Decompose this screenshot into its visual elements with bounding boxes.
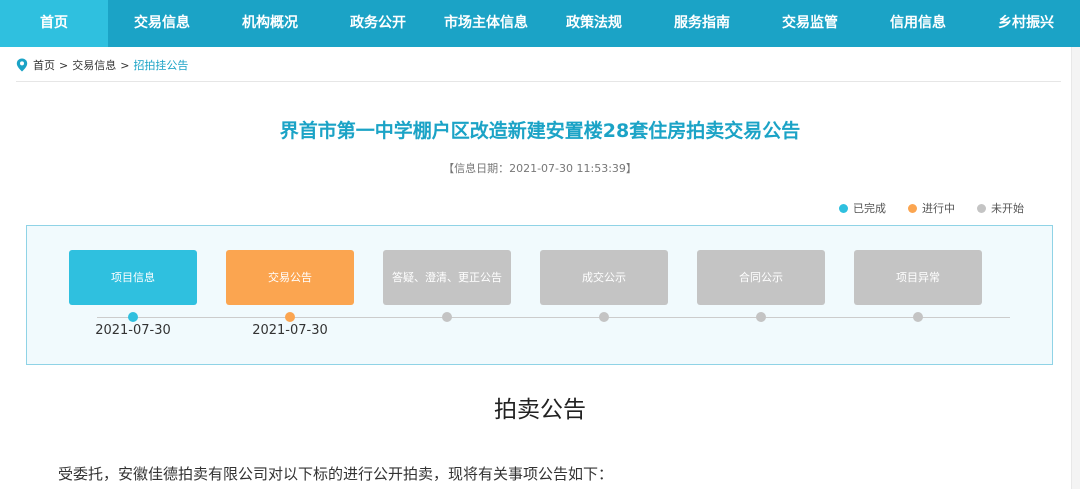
progress-panel: 项目信息 2021-07-30 交易公告 2021-07-30 答疑、澄清、更正… — [26, 225, 1053, 365]
step-date: 2021-07-30 — [95, 323, 171, 338]
legend-item-not-started: 未开始 — [977, 200, 1024, 216]
step-contract-publicity[interactable]: 合同公示 — [697, 250, 825, 305]
legend-label: 进行中 — [922, 202, 955, 215]
breadcrumb-trade-info[interactable]: 交易信息 — [72, 57, 116, 73]
breadcrumb: 首页 > 交易信息 > 招拍挂公告 — [16, 56, 188, 74]
nav-item-gov-affairs[interactable]: 政务公开 — [324, 0, 432, 47]
step-project-exception[interactable]: 项目异常 — [854, 250, 982, 305]
progress-line — [97, 317, 1010, 318]
step-dot — [285, 312, 295, 322]
legend-dot-in-progress — [908, 203, 917, 213]
legend-dot-done — [839, 203, 848, 213]
info-date: 【信息日期：2021-07-30 11:53:39】 — [443, 162, 637, 175]
legend-dot-not-started — [977, 203, 986, 213]
step-dot — [128, 312, 138, 322]
step-qa-clarification[interactable]: 答疑、澄清、更正公告 — [383, 250, 511, 305]
nav-item-credit-info[interactable]: 信用信息 — [864, 0, 972, 47]
legend-item-done: 已完成 — [839, 200, 886, 216]
legend-label: 已完成 — [853, 202, 886, 215]
nav-item-market-entity[interactable]: 市场主体信息 — [432, 0, 540, 47]
step-deal-publicity[interactable]: 成交公示 — [540, 250, 668, 305]
legend-item-in-progress: 进行中 — [908, 200, 955, 216]
nav-item-home[interactable]: 首页 — [0, 0, 108, 47]
nav-item-trade-supervision[interactable]: 交易监管 — [756, 0, 864, 47]
top-nav: 首页 交易信息 机构概况 政务公开 市场主体信息 政策法规 服务指南 交易监管 … — [0, 0, 1080, 47]
step-trade-announcement[interactable]: 交易公告 — [226, 250, 354, 305]
legend-label: 未开始 — [991, 202, 1024, 215]
status-legend: 已完成 进行中 未开始 — [817, 200, 1024, 216]
step-dot — [756, 312, 766, 322]
step-dot — [442, 312, 452, 322]
announcement-intro: 受委托，安徽佳德拍卖有限公司对以下标的进行公开拍卖，现将有关事项公告如下： — [58, 465, 614, 483]
nav-item-rural-revitalization[interactable]: 乡村振兴 — [972, 0, 1080, 47]
step-project-info[interactable]: 项目信息 — [69, 250, 197, 305]
announcement-heading: 拍卖公告 — [494, 397, 586, 423]
nav-item-service-guide[interactable]: 服务指南 — [648, 0, 756, 47]
page-title: 界首市第一中学棚户区改造新建安置楼28套住房拍卖交易公告 — [279, 120, 801, 142]
step-dot — [599, 312, 609, 322]
nav-item-policy[interactable]: 政策法规 — [540, 0, 648, 47]
divider — [16, 81, 1061, 82]
step-dot — [913, 312, 923, 322]
breadcrumb-current[interactable]: 招拍挂公告 — [133, 57, 188, 73]
location-pin-icon — [16, 58, 28, 72]
breadcrumb-home[interactable]: 首页 — [33, 57, 55, 73]
nav-item-trade-info[interactable]: 交易信息 — [108, 0, 216, 47]
nav-item-org-overview[interactable]: 机构概况 — [216, 0, 324, 47]
breadcrumb-separator: > — [59, 58, 69, 72]
step-date: 2021-07-30 — [252, 323, 328, 338]
breadcrumb-separator: > — [120, 58, 130, 72]
